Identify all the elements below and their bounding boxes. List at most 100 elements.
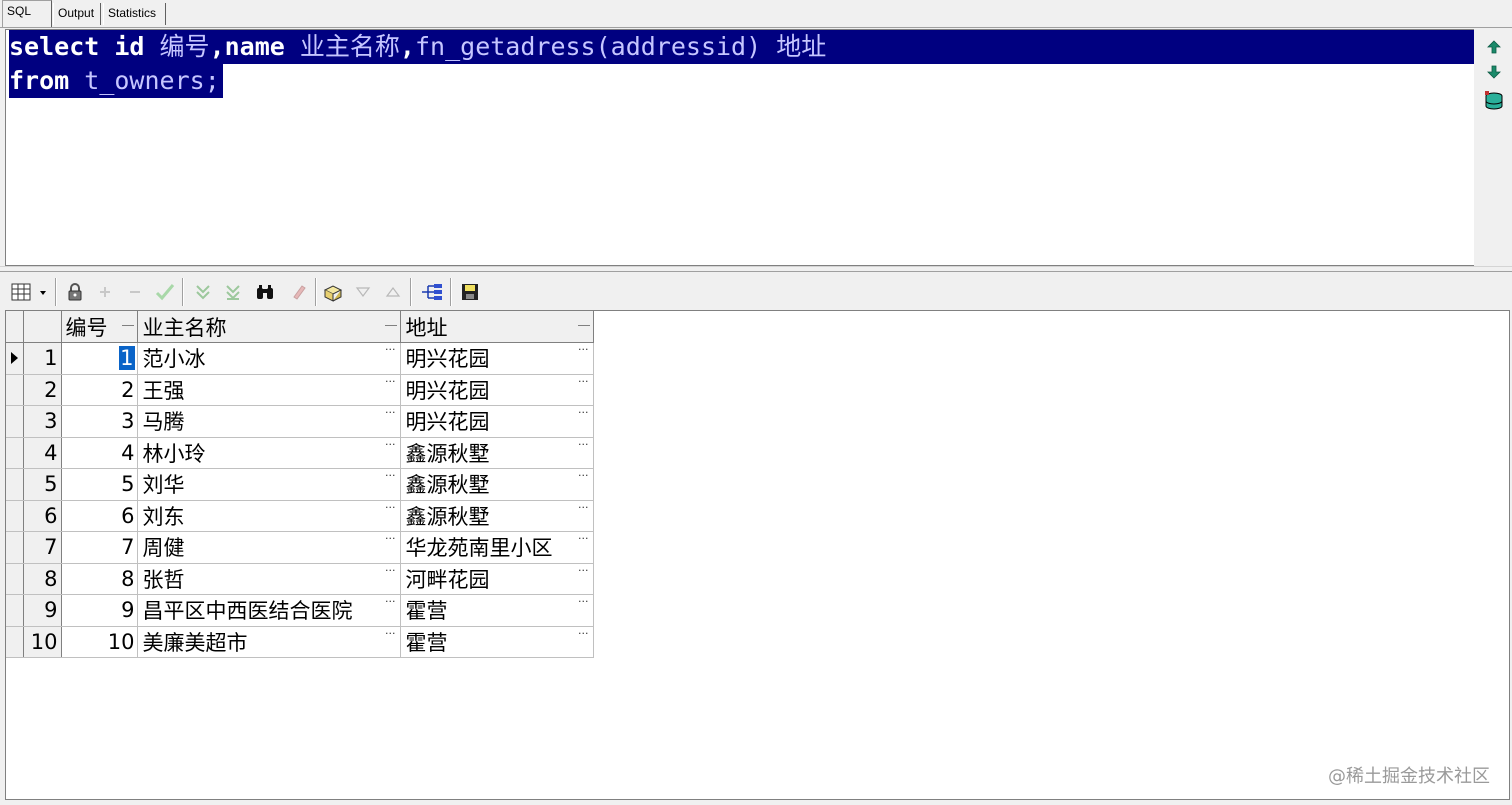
- sql-editor[interactable]: select id 编号,name 业主名称,fn_getadress(addr…: [5, 29, 1474, 266]
- plus-icon[interactable]: [92, 279, 118, 305]
- column-header-address[interactable]: 地址: [400, 311, 594, 343]
- row-indicator[interactable]: [6, 594, 24, 627]
- row-number[interactable]: 1: [23, 342, 62, 375]
- row-number[interactable]: 4: [23, 437, 62, 469]
- cell-expand-button[interactable]: ···: [385, 596, 396, 607]
- results-grid[interactable]: 编号 业主名称 地址 1 1 范小冰 ··· 明兴花园 ··· 2 2 王强 ··· 明兴花园 ···…: [5, 310, 1510, 800]
- eraser-icon[interactable]: [286, 279, 312, 305]
- sort-down-icon[interactable]: [350, 279, 376, 305]
- row-number[interactable]: 9: [23, 594, 62, 627]
- export-icon[interactable]: [320, 279, 346, 305]
- row-number[interactable]: 5: [23, 468, 62, 501]
- cell-id[interactable]: 7: [61, 531, 138, 564]
- cell-expand-button[interactable]: ···: [578, 596, 589, 607]
- cell-expand-button[interactable]: ···: [385, 628, 396, 639]
- cell-expand-button[interactable]: ···: [385, 470, 396, 481]
- grid-icon[interactable]: [8, 279, 48, 305]
- row-number[interactable]: 2: [23, 374, 62, 406]
- cell-address[interactable]: 河畔花园 ···: [400, 563, 594, 595]
- cell-expand-button[interactable]: ···: [385, 565, 396, 576]
- cell-expand-button[interactable]: ···: [385, 502, 396, 513]
- cell-expand-button[interactable]: ···: [385, 407, 396, 418]
- cell-name[interactable]: 马腾 ···: [137, 405, 401, 438]
- row-number[interactable]: 8: [23, 563, 62, 595]
- cell-expand-button[interactable]: ···: [578, 565, 589, 576]
- cell-address[interactable]: 霍营 ···: [400, 594, 594, 627]
- cell-id[interactable]: 3: [61, 405, 138, 438]
- table-row[interactable]: 9 9 昌平区中西医结合医院 ··· 霍营 ···: [6, 594, 594, 627]
- cell-name[interactable]: 张哲 ···: [137, 563, 401, 595]
- database-icon[interactable]: [1482, 89, 1506, 113]
- row-indicator[interactable]: [6, 531, 24, 564]
- cell-id[interactable]: 9: [61, 594, 138, 627]
- cell-address[interactable]: 霍营 ···: [400, 626, 594, 658]
- cell-name[interactable]: 刘东 ···: [137, 500, 401, 532]
- cell-address[interactable]: 明兴花园 ···: [400, 374, 594, 406]
- table-row[interactable]: 4 4 林小玲 ··· 鑫源秋墅 ···: [6, 437, 594, 469]
- cell-id[interactable]: 4: [61, 437, 138, 469]
- save-icon[interactable]: [457, 279, 483, 305]
- cell-name[interactable]: 王强 ···: [137, 374, 401, 406]
- cell-expand-button[interactable]: ···: [578, 407, 589, 418]
- tab-output[interactable]: Output: [53, 3, 101, 25]
- cell-expand-button[interactable]: ···: [578, 376, 589, 387]
- filter-down-icon[interactable]: [190, 279, 216, 305]
- cell-expand-button[interactable]: ···: [578, 344, 589, 355]
- cell-name[interactable]: 范小冰 ···: [137, 342, 401, 375]
- row-indicator[interactable]: [6, 626, 24, 658]
- cell-address[interactable]: 华龙苑南里小区 ···: [400, 531, 594, 564]
- cell-expand-button[interactable]: ···: [385, 376, 396, 387]
- cell-expand-button[interactable]: ···: [385, 439, 396, 450]
- row-indicator[interactable]: [6, 374, 24, 406]
- row-number[interactable]: 6: [23, 500, 62, 532]
- cell-name[interactable]: 周健 ···: [137, 531, 401, 564]
- cell-name[interactable]: 刘华 ···: [137, 468, 401, 501]
- cell-address[interactable]: 鑫源秋墅 ···: [400, 437, 594, 469]
- tab-sql[interactable]: SQL: [2, 0, 52, 27]
- cell-expand-button[interactable]: ···: [385, 344, 396, 355]
- cell-id[interactable]: 5: [61, 468, 138, 501]
- table-row[interactable]: 1 1 范小冰 ··· 明兴花园 ···: [6, 342, 594, 375]
- cell-id[interactable]: 8: [61, 563, 138, 595]
- lock-icon[interactable]: [62, 279, 88, 305]
- filter-up-icon[interactable]: [220, 279, 246, 305]
- table-row[interactable]: 6 6 刘东 ··· 鑫源秋墅 ···: [6, 500, 594, 532]
- cell-address[interactable]: 明兴花园 ···: [400, 342, 594, 375]
- cell-expand-button[interactable]: ···: [385, 533, 396, 544]
- row-indicator[interactable]: [6, 500, 24, 532]
- cell-name[interactable]: 美廉美超市 ···: [137, 626, 401, 658]
- cell-address[interactable]: 鑫源秋墅 ···: [400, 500, 594, 532]
- cell-name[interactable]: 昌平区中西医结合医院 ···: [137, 594, 401, 627]
- row-indicator[interactable]: [6, 405, 24, 438]
- row-number[interactable]: 7: [23, 531, 62, 564]
- table-row[interactable]: 7 7 周健 ··· 华龙苑南里小区 ···: [6, 531, 594, 564]
- cell-expand-button[interactable]: ···: [578, 628, 589, 639]
- table-row[interactable]: 3 3 马腾 ··· 明兴花园 ···: [6, 405, 594, 438]
- minus-icon[interactable]: [122, 279, 148, 305]
- row-number[interactable]: 3: [23, 405, 62, 438]
- binoculars-icon[interactable]: [252, 279, 278, 305]
- row-indicator[interactable]: [6, 468, 24, 501]
- cell-address[interactable]: 明兴花园 ···: [400, 405, 594, 438]
- query-tree-icon[interactable]: [419, 279, 445, 305]
- tab-statistics[interactable]: Statistics: [103, 3, 166, 25]
- table-row[interactable]: 2 2 王强 ··· 明兴花园 ···: [6, 374, 594, 406]
- cell-expand-button[interactable]: ···: [578, 502, 589, 513]
- arrow-up-icon[interactable]: [1482, 35, 1506, 59]
- cell-id[interactable]: 1: [61, 342, 138, 375]
- sort-up-icon[interactable]: [380, 279, 406, 305]
- cell-expand-button[interactable]: ···: [578, 533, 589, 544]
- check-icon[interactable]: [152, 279, 178, 305]
- row-indicator[interactable]: [6, 437, 24, 469]
- arrow-down-icon[interactable]: [1482, 60, 1506, 84]
- cell-id[interactable]: 6: [61, 500, 138, 532]
- column-header-name[interactable]: 业主名称: [137, 311, 401, 343]
- row-indicator[interactable]: [6, 342, 24, 375]
- cell-address[interactable]: 鑫源秋墅 ···: [400, 468, 594, 501]
- row-number[interactable]: 10: [23, 626, 62, 658]
- table-row[interactable]: 10 10 美廉美超市 ··· 霍营 ···: [6, 626, 594, 658]
- table-row[interactable]: 8 8 张哲 ··· 河畔花园 ···: [6, 563, 594, 595]
- cell-id[interactable]: 10: [61, 626, 138, 658]
- cell-id[interactable]: 2: [61, 374, 138, 406]
- row-indicator[interactable]: [6, 563, 24, 595]
